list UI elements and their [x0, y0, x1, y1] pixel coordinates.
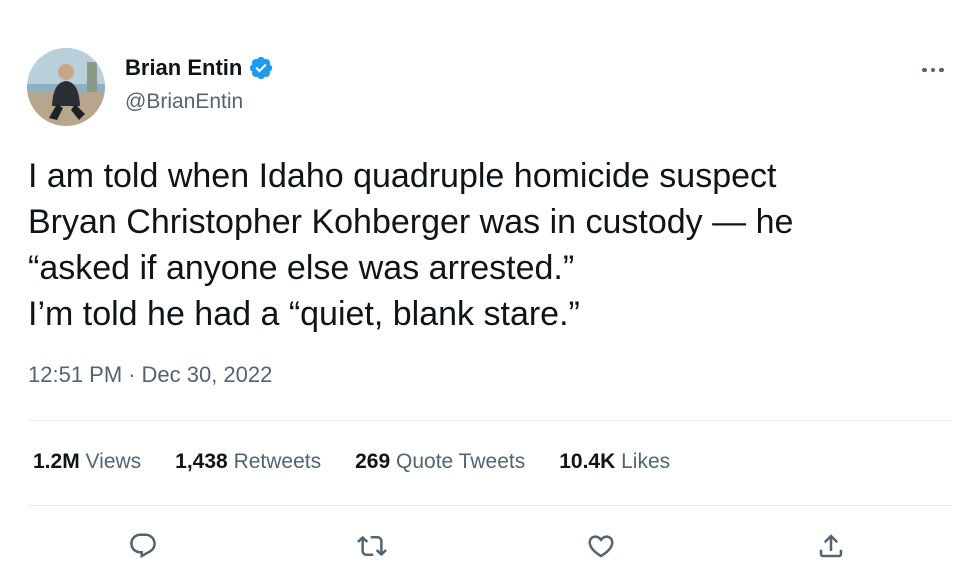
tweet-text-line: I’m told he had a “quiet, blank stare.”: [28, 295, 580, 333]
views-stat[interactable]: 1.2M Views: [33, 450, 141, 474]
likes-stat[interactable]: 10.4K Likes: [559, 450, 670, 474]
divider: [28, 420, 952, 421]
views-count: 1.2M: [33, 450, 80, 473]
tweet-date: Dec 30, 2022: [141, 362, 273, 387]
avatar[interactable]: [27, 48, 105, 126]
author-handle[interactable]: @BrianEntin: [125, 90, 243, 114]
tweet-stats: 1.2M Views 1,438 Retweets 269 Quote Twee…: [33, 450, 670, 474]
reply-icon: [130, 533, 156, 559]
meta-separator: ·: [128, 362, 136, 387]
heart-icon: [588, 535, 614, 558]
divider: [28, 505, 952, 506]
tweet-actions: [0, 524, 980, 568]
tweet-text-line: Bryan Christopher Kohberger was in custo…: [28, 203, 794, 241]
share-icon: [819, 534, 843, 558]
author-display-name[interactable]: Brian Entin: [125, 55, 242, 81]
retweet-icon: [357, 535, 387, 557]
retweets-stat[interactable]: 1,438 Retweets: [175, 450, 321, 474]
share-button[interactable]: [809, 524, 853, 568]
likes-label: Likes: [621, 450, 671, 473]
quotes-label: Quote Tweets: [396, 450, 526, 473]
tweet-text-line: I am told when Idaho quadruple homicide …: [28, 157, 777, 195]
tweet-text: I am told when Idaho quadruple homicide …: [28, 153, 948, 337]
tweet-timestamp[interactable]: 12:51 PM · Dec 30, 2022: [28, 362, 272, 388]
avatar-photo-icon: [27, 48, 105, 126]
verified-badge-icon: [248, 55, 274, 81]
retweet-button[interactable]: [350, 524, 394, 568]
more-options-icon[interactable]: [916, 58, 950, 82]
quotes-count: 269: [355, 450, 391, 473]
views-label: Views: [85, 450, 142, 473]
likes-count: 10.4K: [559, 450, 616, 473]
tweet-text-line: “asked if anyone else was arrested.”: [28, 249, 575, 287]
reply-button[interactable]: [121, 524, 165, 568]
quote-tweets-stat[interactable]: 269 Quote Tweets: [355, 450, 525, 474]
retweets-label: Retweets: [233, 450, 322, 473]
tweet-card: Brian Entin @BrianEntin I am told when I…: [0, 0, 980, 577]
tweet-time: 12:51 PM: [28, 362, 123, 387]
like-button[interactable]: [579, 524, 623, 568]
retweets-count: 1,438: [175, 450, 228, 473]
